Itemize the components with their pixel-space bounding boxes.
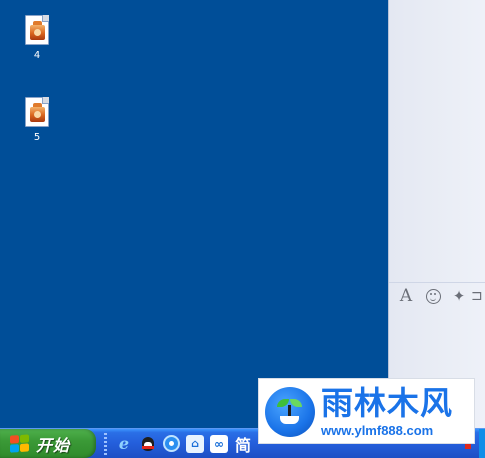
magic-wand-button[interactable]: ✦ (449, 286, 469, 306)
site-watermark: 雨林木风 www.ylmf888.com (258, 378, 475, 444)
desktop-file-4[interactable]: 4 (17, 15, 57, 62)
desktop-file-label: 4 (33, 50, 41, 61)
desktop-file-label: 5 (33, 132, 41, 143)
image-file-icon (25, 15, 49, 45)
link-icon[interactable]: ∞ (210, 434, 228, 453)
desktop: 4 5 (0, 0, 388, 428)
watermark-url: www.ylmf888.com (321, 423, 434, 438)
ylmf-logo-icon (265, 387, 315, 437)
qq-icon[interactable] (139, 435, 157, 453)
toolbar-grip[interactable] (104, 432, 107, 455)
chat-window-panel: A ✦ ⊐ (388, 0, 485, 428)
browser-icon[interactable] (163, 435, 180, 452)
watermark-title: 雨林木风 (321, 384, 454, 422)
quick-launch-bar: e ⌂ ∞ 简 (104, 429, 258, 458)
smiley-icon (425, 288, 441, 304)
text-tool-icon[interactable]: 简 (234, 435, 252, 455)
start-button[interactable]: 开始 (0, 429, 96, 458)
font-button[interactable]: A (396, 286, 416, 306)
system-tray-edge (465, 429, 485, 458)
windows-logo-icon (10, 433, 30, 453)
cloud-icon[interactable]: ⌂ (186, 434, 204, 453)
image-file-icon (25, 97, 49, 127)
start-button-label: 开始 (36, 435, 71, 455)
chat-input-toolbar: A ✦ ⊐ (389, 282, 485, 310)
emoji-button[interactable] (423, 286, 443, 306)
more-tools-button[interactable]: ⊐ (471, 286, 485, 306)
ie-icon[interactable]: e (115, 434, 133, 453)
desktop-file-5[interactable]: 5 (17, 97, 57, 144)
